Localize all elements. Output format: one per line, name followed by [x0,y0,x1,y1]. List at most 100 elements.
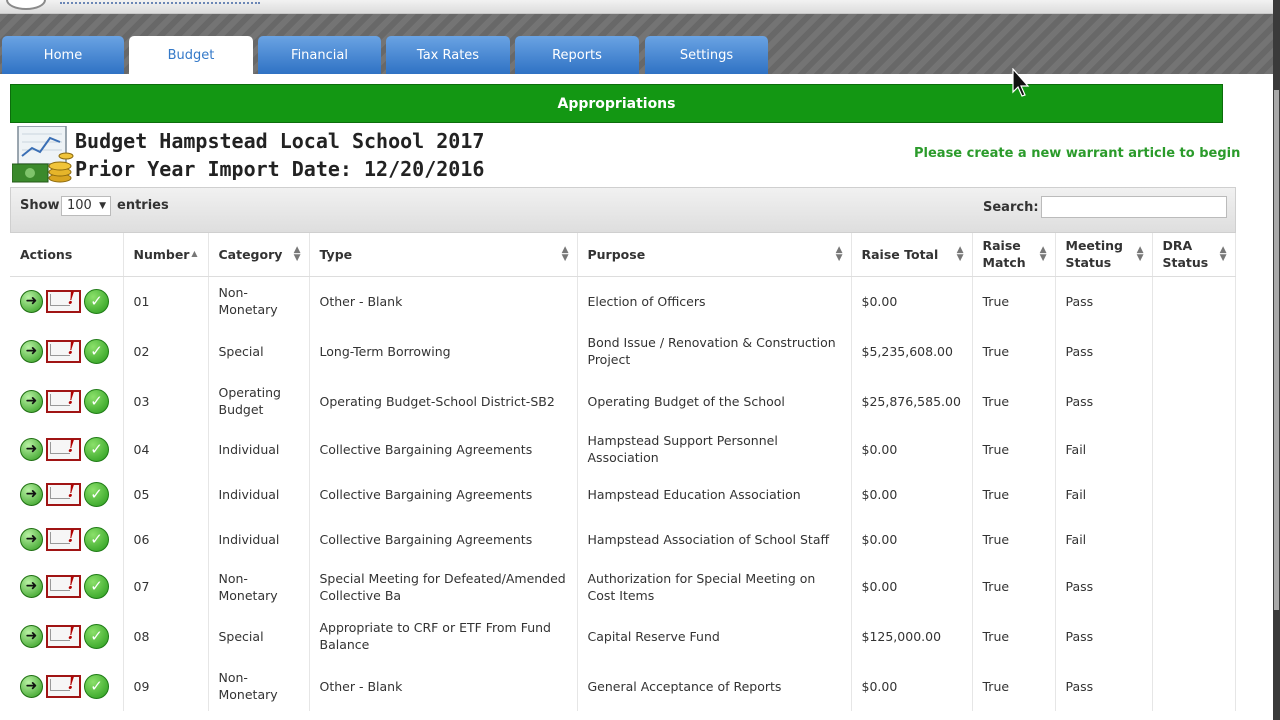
cell-purpose: Bond Issue / Renovation & Construction P… [577,326,852,376]
cell-dra-status [1152,326,1236,376]
col-raise-match-label: Raise Match [982,238,1026,271]
cell-meeting-status: Pass [1055,376,1153,426]
exclamation-mark: ! [67,623,75,644]
cell-raise-match: True [972,276,1056,326]
entries-value: 100 [67,198,92,213]
row-actions: ➜! ✓ [10,611,124,661]
main-nav: Home Budget Financial Tax Rates Reports … [0,14,1273,74]
tab-home[interactable]: Home [2,36,124,74]
tab-tax-rates[interactable]: Tax Rates [386,36,510,74]
mail-alert-icon[interactable]: ! [46,623,81,648]
cell-raise-total: $125,000.00 [851,611,973,661]
arrow-right-icon[interactable]: ➜ [20,389,43,413]
appropriations-table: Actions Number ▲ Category ▲ ▼ Type ▲ ▼ Purpos… [10,233,1236,711]
col-dra-status-label: DRA Status [1162,238,1209,271]
arrow-right-icon[interactable]: ➜ [20,483,43,506]
show-label: Show [20,198,60,213]
col-raise-total[interactable]: Raise Total ▲ ▼ [851,233,973,277]
sort-icon: ▲ ▼ [1039,245,1047,264]
scrollbar-thumb[interactable] [1274,90,1279,610]
exclamation-mark: ! [67,482,75,502]
tab-reports[interactable]: Reports [515,36,639,74]
cell-number: 04 [123,426,209,472]
cell-number: 07 [123,562,209,611]
search-label: Search: [983,200,1039,215]
mail-alert-icon[interactable]: ! [46,389,81,413]
check-icon[interactable]: ✓ [84,288,109,314]
check-icon[interactable]: ✓ [84,527,109,552]
cell-purpose: Hampstead Education Association [577,472,852,517]
tab-financial[interactable]: Financial [258,36,381,74]
table-row: ➜! ✓ 06 Individual Collective Bargaining Agr… [10,517,1236,562]
cell-purpose: Operating Budget of the School [577,376,852,426]
check-icon[interactable]: ✓ [84,623,109,649]
col-actions: Actions [10,233,124,277]
cell-meeting-status: Pass [1055,326,1153,376]
cell-type: Other - Blank [309,276,578,326]
logo [6,0,46,10]
mail-alert-icon[interactable]: ! [46,339,81,363]
mail-alert-icon[interactable]: ! [46,437,81,461]
check-icon[interactable]: ✓ [84,574,109,599]
cell-raise-total: $25,876,585.00 [851,376,973,426]
mail-alert-icon[interactable]: ! [46,483,81,506]
cell-category: Special [208,326,310,376]
arrow-right-icon[interactable]: ➜ [20,575,43,598]
mail-alert-icon[interactable]: ! [46,575,81,598]
exclamation-mark: ! [67,673,75,694]
check-icon[interactable]: ✓ [84,482,109,507]
arrow-right-icon[interactable]: ➜ [20,624,43,648]
row-actions: ➜! ✓ [10,562,124,611]
arrow-right-icon[interactable]: ➜ [20,289,43,313]
top-link[interactable] [60,0,260,4]
search-input[interactable] [1041,196,1227,218]
row-actions: ➜! ✓ [10,376,124,426]
cell-raise-total: $0.00 [851,661,973,711]
sort-icon: ▲ ▼ [561,245,569,264]
row-actions: ➜! ✓ [10,472,124,517]
check-icon[interactable]: ✓ [84,338,109,364]
cell-category: Non-Monetary [208,661,310,711]
col-type[interactable]: Type ▲ ▼ [309,233,578,277]
table-row: ➜! ✓ 01 Non-Monetary Other - Blank Election o… [10,276,1236,326]
check-icon[interactable]: ✓ [84,388,109,414]
col-meeting-status[interactable]: Meeting Status ▲ ▼ [1055,233,1153,277]
col-number-label: Number [133,246,190,262]
cell-category: Individual [208,472,310,517]
col-category[interactable]: Category ▲ ▼ [208,233,310,277]
col-purpose[interactable]: Purpose ▲ ▼ [577,233,852,277]
table-row: ➜! ✓ 07 Non-Monetary Special Meeting for Def… [10,562,1236,611]
col-category-label: Category [218,246,283,262]
mail-alert-icon[interactable]: ! [46,528,81,551]
table-row: ➜! ✓ 05 Individual Collective Bargaining Agr… [10,472,1236,517]
col-dra-status[interactable]: DRA Status ▲ ▼ [1152,233,1236,277]
cell-raise-match: True [972,661,1056,711]
window-scrollbar[interactable] [1273,0,1280,720]
tab-settings[interactable]: Settings [645,36,768,74]
mail-alert-icon[interactable]: ! [46,289,81,313]
sort-icon: ▲ ▼ [956,245,964,264]
arrow-right-icon[interactable]: ➜ [20,339,43,363]
entries-select[interactable]: 100 ▼ [61,196,111,216]
check-icon[interactable]: ✓ [84,436,109,462]
cell-raise-total: $0.00 [851,562,973,611]
cell-category: Individual [208,517,310,562]
arrow-right-icon[interactable]: ➜ [20,528,43,551]
col-number[interactable]: Number ▲ [123,233,209,277]
entries-label: entries [117,198,169,213]
check-icon[interactable]: ✓ [84,673,109,699]
row-actions: ➜! ✓ [10,517,124,562]
cell-meeting-status: Pass [1055,661,1153,711]
arrow-right-icon[interactable]: ➜ [20,674,43,698]
col-type-label: Type [319,246,353,262]
table-row: ➜! ✓ 02 Special Long-Term Borrowing Bond Issu… [10,326,1236,376]
arrow-right-icon[interactable]: ➜ [20,437,43,461]
cell-category: Operating Budget [208,376,310,426]
cell-raise-match: True [972,472,1056,517]
col-raise-match[interactable]: Raise Match ▲ ▼ [972,233,1056,277]
tab-budget[interactable]: Budget [129,36,253,74]
cell-meeting-status: Fail [1055,517,1153,562]
cell-meeting-status: Pass [1055,611,1153,661]
mail-alert-icon[interactable]: ! [46,673,81,698]
table-row: ➜! ✓ 03 Operating Budget Operating Budget-Sc… [10,376,1236,426]
